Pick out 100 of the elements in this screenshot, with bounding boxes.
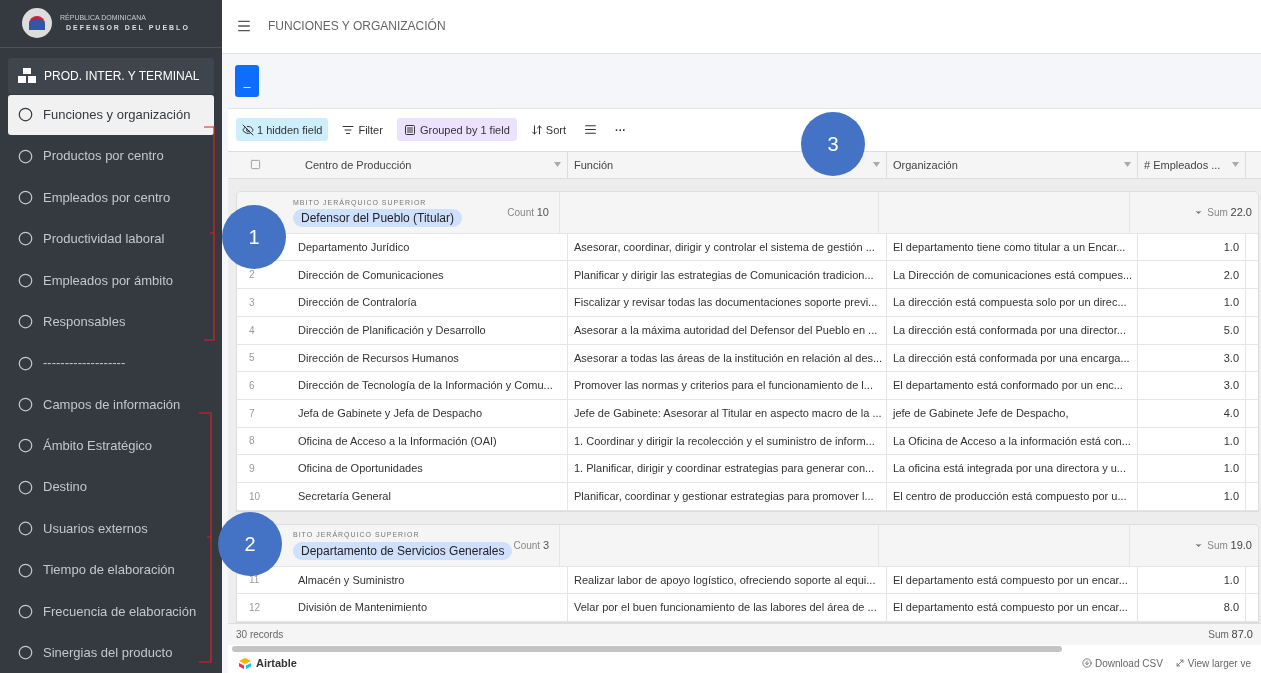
circle-icon [18, 314, 33, 330]
table-cell-text: El departamento tiene como titular a un Encar... [893, 239, 1126, 255]
table-cell-text: Asesorar a todas las áreas de la institución en relación al des... [574, 350, 883, 366]
download-csv-link[interactable]: Download CSV [1082, 655, 1163, 671]
table-cell-text: Asesorar, coordinar, dirigir y controlar el sistema de gestión ... [574, 239, 875, 255]
caret-icon [1124, 162, 1131, 168]
group-button[interactable]: Grouped by 1 field [396, 118, 517, 142]
filter-icon [342, 123, 355, 136]
table-cell-text: División de Mantenimiento [298, 600, 427, 616]
group-count: Count 3 [513, 537, 549, 553]
circle-icon [18, 190, 33, 205]
table-cell-text: 1.0 [1223, 239, 1239, 255]
table-cell-text: 4.0 [1223, 405, 1239, 421]
group-value-tag: Defensor del Pueblo (Titular) [293, 209, 462, 227]
row-height-icon[interactable] [584, 123, 597, 137]
scrollbar[interactable] [232, 646, 1062, 652]
hidden-fields-button[interactable]: 1 hidden field [236, 118, 329, 142]
sidebar-item[interactable]: Responsables [8, 301, 214, 342]
table-cell-text: 1.0 [1223, 461, 1239, 477]
sort-icon [530, 123, 543, 136]
airtable-brand[interactable]: Airtable [256, 654, 297, 672]
row-number: 7 [249, 406, 255, 421]
table-cell-text: 2.0 [1223, 267, 1239, 283]
table-cell-text: 1. Planificar, dirigir y coordinar estrategias para generar con... [574, 461, 875, 477]
table-cell-text: Oficina de Oportunidades [298, 461, 423, 477]
column-header[interactable]: Organización [887, 151, 1138, 178]
circle-icon [18, 148, 33, 164]
table-cell-text: Almacén y Suministro [298, 572, 405, 588]
table-cell-text: Dirección de Tecnología de la Información y Comu... [298, 378, 553, 394]
action-button[interactable]: _ [235, 64, 259, 97]
table-cell-text: 1.0 [1223, 572, 1239, 588]
sidebar-item[interactable]: Ámbito Estratégico [8, 425, 214, 467]
table-cell-text: 1.0 [1223, 295, 1239, 311]
table-cell-text: El departamento está conformado por un enc... [893, 378, 1123, 394]
sidebar-item[interactable]: Campos de información [8, 384, 214, 425]
table-cell-text: Planificar y dirigir las estrategias de Comunicación tradicion... [574, 267, 874, 283]
sidebar-item[interactable]: Empleados por centro [8, 177, 214, 218]
table-cell-text: El centro de producción está compuesto por u... [893, 489, 1127, 505]
row-number: 6 [249, 379, 255, 394]
table-cell-text: Oficina de Acceso a la Información (OAI) [298, 433, 497, 449]
page-title: FUNCIONES Y ORGANIZACIÓN [268, 17, 446, 36]
table-cell-text: 8.0 [1223, 600, 1239, 616]
circle-icon [18, 231, 33, 247]
section-header[interactable]: PROD. INTER. Y TERMINAL [8, 57, 214, 94]
airtable-logo-icon [238, 657, 252, 669]
select-all-checkbox[interactable] [250, 159, 261, 171]
circle-icon [18, 355, 33, 371]
table-cell-text: Dirección de Comunicaciones [298, 267, 444, 283]
column-header[interactable]: Centro de Producción [291, 151, 568, 178]
total-sum: Sum 87.0 [1208, 627, 1253, 643]
circle-icon [18, 479, 33, 495]
caret-icon [554, 162, 561, 168]
sidebar-item[interactable]: Empleados por ámbito [8, 260, 214, 301]
sidebar-item[interactable]: Usuarios externos [8, 508, 214, 549]
column-header[interactable]: # Empleados ... [1138, 151, 1246, 178]
row-number: 3 [249, 295, 255, 310]
sidebar-item[interactable]: Frecuencia de elaboración [8, 591, 214, 632]
table-cell-text: 1.0 [1223, 433, 1239, 449]
table-cell-text: 3.0 [1223, 378, 1239, 394]
caret-icon [873, 162, 880, 168]
table-cell-text: Dirección de Recursos Humanos [298, 350, 459, 366]
record-count: 30 records [236, 628, 284, 642]
expand-icon [1174, 658, 1185, 668]
table-cell-text: Asesorar a la máxima autoridad del Defensor del Pueblo en ... [574, 322, 878, 338]
row-number: 12 [249, 601, 261, 616]
circle-icon [18, 521, 33, 537]
circle-icon [18, 438, 33, 454]
sidebar-item[interactable]: ------------------- [8, 342, 214, 384]
circle-icon [18, 645, 33, 661]
more-button[interactable]: ··· [607, 118, 634, 142]
sort-button[interactable]: Sort [526, 118, 570, 142]
table-cell-text: Jefe de Gabinete: Asesorar al Titular en aspecto macro de la ... [574, 405, 882, 421]
boxes-icon [18, 68, 36, 84]
table-cell-text: Dirección de Contraloría [298, 295, 417, 311]
row-number: 8 [249, 434, 255, 449]
filter-button[interactable]: Filter [338, 118, 387, 142]
sidebar-item[interactable]: Tiempo de elaboración [8, 549, 214, 591]
group-count: Count 10 [507, 205, 549, 220]
sidebar-item[interactable]: Productividad laboral [8, 218, 214, 260]
row-number: 4 [249, 323, 255, 338]
table-cell-text: Velar por el buen funcionamiento de las labores del área de ... [574, 600, 877, 616]
table-cell-text: Planificar, coordinar y gestionar estrategias para promover l... [574, 489, 874, 505]
table-cell-text: Departamento Jurídico [298, 239, 410, 255]
table-cell-text: 1.0 [1223, 489, 1239, 505]
table-cell-text: La dirección está conformada por una encarga... [893, 350, 1130, 366]
table-cell-text: Promover las normas y criterios para el funcionamiento de l... [574, 378, 873, 394]
sidebar-item[interactable]: Productos por centro [8, 135, 214, 177]
table-cell-text: 5.0 [1223, 322, 1239, 338]
table-cell-text: La oficina está integrada por una directora y u... [893, 461, 1126, 477]
table-cell-text: jefe de Gabinete Jefe de Despacho, [893, 405, 1069, 421]
view-larger-link[interactable]: View larger ve [1174, 655, 1251, 671]
table-cell-text: Secretaría General [298, 489, 391, 505]
sidebar-item[interactable]: Funciones y organización [8, 94, 214, 135]
table-cell-text: El departamento está compuesto por un encar... [893, 600, 1128, 616]
sidebar-item[interactable]: Sinergias del producto [8, 632, 214, 673]
table-cell-text: Fiscalizar y revisar todas las documentaciones soporte previ... [574, 295, 878, 311]
list-icon [403, 123, 416, 136]
group-sum: Sum 22.0 [1207, 205, 1252, 220]
sidebar-item[interactable]: Destino [8, 467, 214, 508]
table-cell-text: Realizar labor de apoyo logístico, ofreciendo soporte al equi... [574, 572, 876, 588]
